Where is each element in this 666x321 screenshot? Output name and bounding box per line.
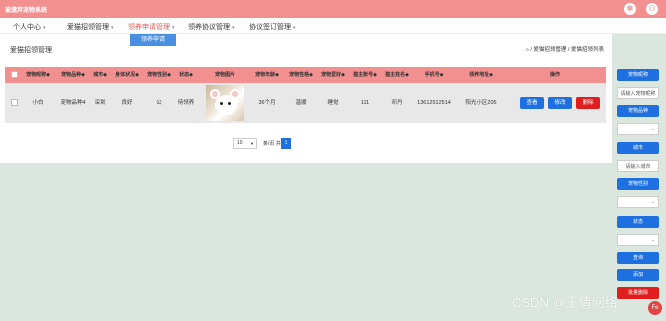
cell-owner-account: 111 [360, 100, 370, 106]
cell-hobby: 睡觉 [327, 100, 339, 106]
pet-eye-left [220, 102, 223, 105]
chevron-down-icon: ▾ [111, 25, 114, 31]
col-owner-account[interactable]: 猫主账号◆ [350, 67, 380, 83]
cell-pet-name: 小白 [32, 100, 44, 106]
nav-item-cat-adoption[interactable]: 爱猫招领管理 ▾ [67, 22, 114, 32]
col-gender[interactable]: 宠物性别◆ [144, 67, 174, 83]
nav-item-personal-center[interactable]: 个人中心 ▾ [13, 22, 46, 32]
nav-item-adoption-agreement[interactable]: 领养协议管理 ▾ [188, 22, 235, 32]
cell-breed: 宠物品种4 [60, 100, 86, 106]
cell-owner-name: 邓丹 [391, 100, 403, 106]
edit-button[interactable]: 修改 [548, 97, 572, 109]
col-hobby[interactable]: 宠物爱好◆ [318, 67, 348, 83]
add-button[interactable]: 添加 [617, 269, 659, 281]
app-title: 被遗弃宠物系统 [5, 8, 48, 14]
data-table: 宠物昵称◆ 宠物品种◆ 城市◆ 身体状况◆ 宠物性别◆ 状态◆ 宠物图片 宠物年… [5, 67, 606, 123]
nav-item-adoption-application[interactable]: 领养申请管理 ▾ [128, 22, 175, 32]
cell-status: 待领养 [177, 100, 195, 106]
chevron-down-icon: ▾ [232, 25, 235, 31]
chevron-down-icon: ▾ [293, 25, 296, 31]
breed-label: 宠物品种 [617, 105, 659, 117]
pet-eye-right [228, 102, 231, 105]
pet-image[interactable] [206, 85, 244, 121]
col-image: 宠物图片 [214, 72, 235, 78]
row-checkbox[interactable] [11, 99, 18, 106]
col-owner-name[interactable]: 猫主姓名◆ [382, 67, 412, 83]
chevron-down-icon: ⌄ [650, 126, 655, 132]
gender-select[interactable]: ⌄ [617, 196, 659, 208]
main-content: 爱猫招领管理 ⌂ / 爱猫招领管理 / 爱猫招领列表 宠物昵称◆ 宠物品种◆ 城… [0, 34, 612, 163]
watermark: CSDN @王倩网络 [512, 295, 618, 310]
table-header: 宠物昵称◆ 宠物品种◆ 城市◆ 身体状况◆ 宠物性别◆ 状态◆ 宠物图片 宠物年… [5, 67, 606, 83]
col-phone[interactable]: 手机号◆ [417, 67, 451, 83]
delete-button[interactable]: 删除 [576, 97, 600, 109]
main-nav: 个人中心 ▾ 爱猫招领管理 ▾ 领养申请管理 ▾ 领养协议管理 ▾ 协议签订管理 ▾ [0, 18, 666, 34]
page-title: 爱猫招领管理 [10, 47, 52, 54]
col-health[interactable]: 身体状况◆ [112, 67, 142, 83]
page-number-current[interactable]: 1 [281, 138, 291, 149]
col-status[interactable]: 状态◆ [177, 67, 195, 83]
chevron-down-icon: ⌄ [650, 199, 655, 205]
chevron-down-icon: ▾ [172, 25, 175, 31]
page-size-select[interactable]: 10 ▼ [233, 138, 257, 149]
cell-health: 良好 [121, 100, 133, 106]
batch-delete-button[interactable]: 批量删除 [617, 287, 659, 299]
chevron-down-icon: ⌄ [650, 237, 655, 243]
cell-address: 阳光小区205 [465, 100, 497, 106]
city-input[interactable]: 请输入城市 [617, 160, 659, 172]
view-button[interactable]: 查看 [520, 97, 544, 109]
cell-age: 36个月 [258, 100, 276, 106]
page-size-label: 条/页 共 [263, 141, 281, 147]
search-button[interactable]: 查询 [617, 252, 659, 264]
dropdown-adoption-application[interactable]: 领养申请 [130, 34, 176, 46]
breed-select[interactable]: ⌄ [617, 123, 659, 135]
search-sidebar: 宠物昵称 请输入宠物昵称 宠物品种 ⌄ 城市 请输入城市 宠物性别 ⌄ 状态 ⌄… [612, 60, 666, 321]
pet-name-label: 宠物昵称 [617, 69, 659, 81]
chevron-down-icon: ▼ [250, 141, 254, 146]
settings-icon[interactable]: ✻ [624, 3, 636, 15]
pet-name-input[interactable]: 请输入宠物昵称 [617, 87, 659, 99]
table-row: 小白 宠物品种4 深圳 良好 公 待领养 36个月 温顺 睡觉 111 邓丹 1… [5, 83, 606, 123]
cell-temper: 温顺 [295, 100, 307, 106]
status-label: 状态 [617, 216, 659, 228]
select-all-checkbox[interactable] [11, 71, 18, 78]
gender-label: 宠物性别 [617, 178, 659, 190]
cell-gender: 公 [156, 100, 162, 106]
pet-face [215, 95, 237, 115]
col-temper[interactable]: 宠物性格◆ [286, 67, 316, 83]
top-bar: 被遗弃宠物系统 ✻ ⚇ [0, 0, 666, 18]
col-breed[interactable]: 宠物品种◆ [58, 67, 88, 83]
nav-item-agreement-signing[interactable]: 协议签订管理 ▾ [249, 22, 296, 32]
floating-action-icon[interactable]: Fe [648, 301, 662, 315]
cell-phone: 13612512514 [417, 100, 451, 106]
col-age[interactable]: 宠物年龄◆ [252, 67, 282, 83]
user-icon[interactable]: ⚇ [646, 3, 658, 15]
status-select[interactable]: ⌄ [617, 234, 659, 246]
cell-city: 深圳 [94, 100, 106, 106]
chevron-down-icon: ▾ [43, 25, 46, 31]
col-actions: 操作 [549, 72, 560, 78]
city-label: 城市 [617, 142, 659, 154]
col-pet-name[interactable]: 宠物昵称◆ [25, 67, 51, 83]
col-city[interactable]: 城市◆ [91, 67, 109, 83]
breadcrumb[interactable]: ⌂ / 爱猫招领管理 / 爱猫招领列表 [526, 45, 605, 53]
col-address[interactable]: 领养地址◆ [461, 67, 501, 83]
